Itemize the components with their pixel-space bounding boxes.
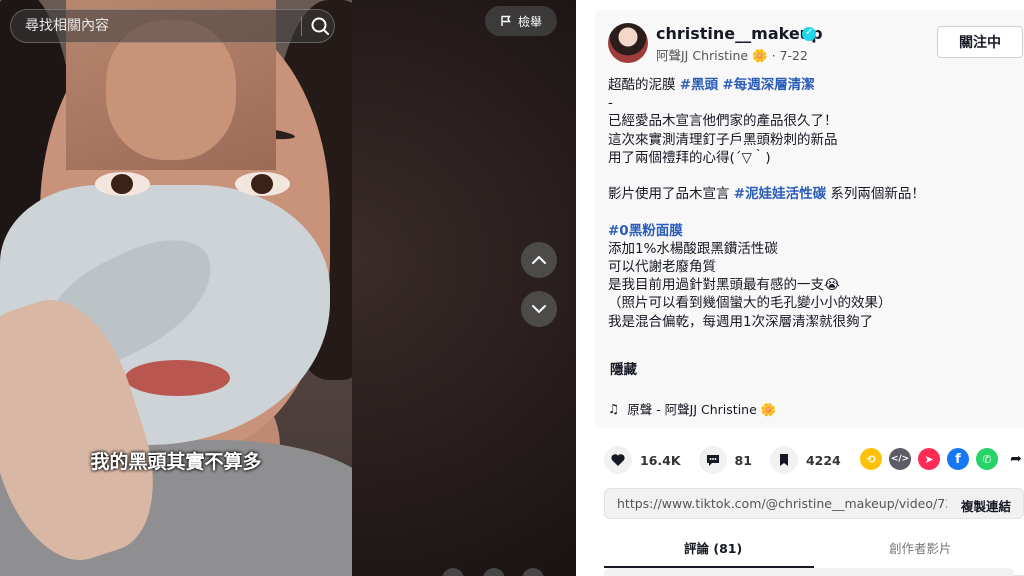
author-nickname[interactable]: 阿聲JJ Christine 🌼 [656, 48, 768, 63]
hashtag-link[interactable]: #每週深層清潔 [722, 77, 814, 93]
video-caption: 我的黑頭其實不算多 [90, 451, 262, 473]
chevron-up-icon [532, 255, 546, 264]
report-button[interactable]: 檢舉 [485, 6, 557, 36]
engagement-bar: 16.4K 81 4224 [604, 446, 859, 474]
author-username[interactable]: christine__makeup [656, 24, 823, 43]
desc-line: 影片使用了品木宣言 #泥娃娃活性碳 系列兩個新品！ [608, 185, 1013, 203]
whatsapp-icon[interactable]: ✆ [976, 448, 998, 470]
post-info-card: christine__makeup ✓ 阿聲JJ Christine 🌼 · 7… [594, 10, 1024, 428]
share-icons: ⟲ </> ➤ f ✆ ➦ [860, 448, 1024, 470]
previous-video-button[interactable] [521, 242, 557, 278]
music-note-icon: ♫ [608, 401, 620, 416]
desc-line: - [608, 95, 613, 112]
desc-line: #0黑粉面膜 [608, 222, 1013, 240]
post-date: 7-22 [779, 48, 808, 63]
search-bar[interactable] [10, 9, 335, 43]
facebook-icon[interactable]: f [947, 448, 969, 470]
like-button[interactable]: 16.4K [604, 446, 681, 474]
hide-description-button[interactable]: 隱藏 [610, 358, 637, 378]
search-divider [301, 17, 302, 36]
search-input[interactable] [25, 10, 295, 42]
comment-bubble-icon [698, 446, 727, 474]
desc-blank-line [608, 167, 1013, 185]
chevron-down-icon [532, 305, 546, 314]
share-arrow-icon[interactable]: ➦ [1005, 448, 1024, 470]
embed-icon[interactable]: </> [889, 448, 911, 470]
desc-line: 這次來實測清理釘子戶黑頭粉刺的新品 [608, 131, 838, 148]
desc-text: 超酷的泥膜 [608, 77, 680, 93]
desc-line: 可以代謝老廢角質 [608, 259, 716, 275]
like-count: 16.4K [640, 452, 681, 468]
search-icon[interactable] [307, 14, 333, 38]
video-frame[interactable]: 我的黑頭其實不算多 [0, 0, 352, 576]
next-video-button[interactable] [521, 291, 557, 327]
tab-comments[interactable]: 評論 (81) [684, 538, 742, 557]
desc-line: 是我目前用過針對黑頭最有感的一支😭 [608, 277, 840, 294]
desc-line: 超酷的泥膜 #黑頭 #每週深層清潔 [608, 76, 1013, 94]
hashtag-link[interactable]: #泥娃娃活性碳 [734, 186, 826, 202]
avatar[interactable] [608, 23, 648, 63]
lips [125, 360, 230, 396]
desc-text: 系列兩個新品！ [826, 186, 925, 203]
video-player[interactable]: 我的黑頭其實不算多 檢舉 [0, 0, 576, 576]
desc-line: 用了兩個禮拜的心得(´▽｀) [608, 149, 771, 166]
dot-separator: · [771, 48, 780, 63]
comment-button[interactable]: 81 [698, 446, 752, 474]
report-label: 檢舉 [517, 14, 542, 29]
save-count: 4224 [805, 452, 841, 468]
tab-creator-videos[interactable]: 創作者影片 [889, 538, 952, 557]
hashtag-link[interactable]: #0黑粉面膜 [608, 223, 683, 239]
desc-blank-line [608, 203, 1013, 221]
copy-link-box: https://www.tiktok.com/@christine__makeu… [604, 488, 1024, 519]
music-label: 原聲 - 阿聲JJ Christine 🌼 [627, 402, 777, 417]
send-icon[interactable]: ➤ [918, 448, 940, 470]
copy-link-button[interactable]: 複製連結 [961, 496, 1011, 515]
post-description: 超酷的泥膜 #黑頭 #每週深層清潔 - 已經愛品木宣言他們家的產品很久了！ 這次… [608, 76, 1013, 331]
hashtag-link[interactable]: #黑頭 [680, 77, 718, 93]
comment-count: 81 [734, 452, 752, 468]
desc-line: （照片可以看到幾個蠻大的毛孔變小小的效果） [608, 295, 892, 312]
video-url[interactable]: https://www.tiktok.com/@christine__makeu… [617, 496, 947, 511]
eye-right [235, 172, 290, 196]
save-button[interactable]: 4224 [769, 446, 841, 474]
desc-line: 已經愛品木宣言他們家的產品很久了！ [608, 113, 838, 130]
eye-left [95, 172, 150, 196]
pupil [111, 174, 133, 194]
video-detail-panel: christine__makeup ✓ 阿聲JJ Christine 🌼 · 7… [576, 0, 1024, 576]
desc-line: 添加1%水楊酸跟黑鑽活性碳 [608, 240, 778, 257]
author-subline: 阿聲JJ Christine 🌼 · 7-22 [656, 45, 808, 64]
bookmark-icon [769, 446, 798, 474]
pupil [251, 174, 273, 194]
desc-text: 影片使用了品木宣言 [608, 186, 734, 203]
flag-icon [501, 15, 511, 26]
verified-badge-icon: ✓ [802, 27, 816, 41]
comment-item [604, 568, 1014, 576]
desc-line: 我是混合偏乾，每週用1次深層清潔就很夠了 [608, 313, 874, 330]
music-link[interactable]: ♫ 原聲 - 阿聲JJ Christine 🌼 [608, 399, 776, 418]
following-button[interactable]: 關注中 [937, 26, 1023, 58]
repost-icon[interactable]: ⟲ [860, 448, 882, 470]
heart-icon [604, 446, 632, 474]
